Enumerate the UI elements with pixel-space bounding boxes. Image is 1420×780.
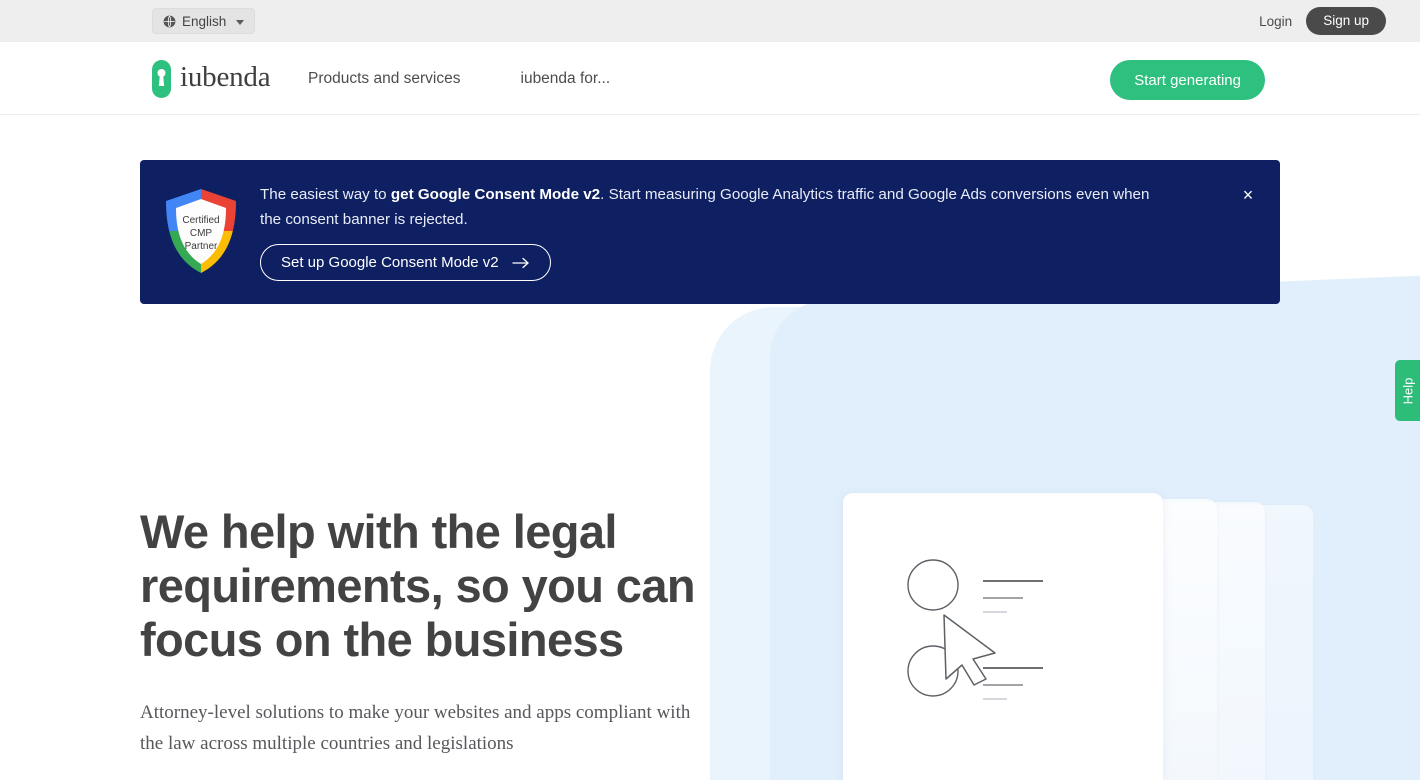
setup-google-consent-mode-button[interactable]: Set up Google Consent Mode v2: [260, 244, 551, 281]
signup-button[interactable]: Sign up: [1306, 7, 1386, 35]
iubenda-keyhole-logo-icon: [152, 60, 171, 98]
help-tab-label: Help: [1400, 377, 1415, 404]
arrow-right-icon: [511, 257, 530, 269]
page-root: English Login Sign up iubenda Products a…: [0, 0, 1420, 780]
start-generating-button[interactable]: Start generating: [1110, 60, 1265, 100]
banner-close-button[interactable]: ×: [1236, 183, 1260, 207]
banner-message-part1: The easiest way to: [260, 186, 391, 203]
utility-bar-actions: Login Sign up: [1259, 0, 1386, 42]
nav-links: Products and services iubenda for...: [308, 42, 610, 115]
login-link[interactable]: Login: [1259, 14, 1292, 29]
brand-name: iubenda: [180, 61, 271, 93]
svg-text:Partner: Partner: [185, 241, 218, 252]
page-title: We help with the legal requirements, so …: [140, 505, 696, 666]
utility-bar: English Login Sign up: [0, 0, 1420, 42]
hero-illustration: [843, 493, 1323, 780]
hero-subtitle: Attorney-level solutions to make your we…: [140, 702, 691, 754]
google-consent-mode-banner: Certified CMP Partner The easiest way to…: [140, 160, 1280, 304]
banner-message-highlight: get Google Consent Mode v2: [390, 186, 601, 203]
banner-message: The easiest way to get Google Consent Mo…: [260, 182, 1170, 232]
svg-text:Certified: Certified: [182, 215, 219, 226]
main-navbar: iubenda Products and services iubenda fo…: [0, 42, 1420, 115]
chevron-down-icon: [236, 19, 245, 25]
setup-google-consent-mode-label: Set up Google Consent Mode v2: [281, 254, 499, 271]
svg-text:CMP: CMP: [190, 228, 213, 239]
nav-link-products-and-services[interactable]: Products and services: [308, 70, 461, 88]
globe-icon: [163, 15, 176, 28]
illustration-card-front: [843, 493, 1163, 780]
hero-content: We help with the legal requirements, so …: [140, 505, 730, 759]
document-checklist-cursor-icon: [843, 493, 1163, 780]
nav-link-iubenda-for[interactable]: iubenda for...: [521, 70, 611, 88]
certified-cmp-partner-shield-icon: Certified CMP Partner: [162, 187, 240, 275]
language-switcher[interactable]: English: [152, 8, 256, 34]
help-tab-button[interactable]: Help: [1395, 360, 1420, 421]
brand-logo-link[interactable]: iubenda: [152, 60, 271, 98]
language-label: English: [182, 13, 227, 29]
